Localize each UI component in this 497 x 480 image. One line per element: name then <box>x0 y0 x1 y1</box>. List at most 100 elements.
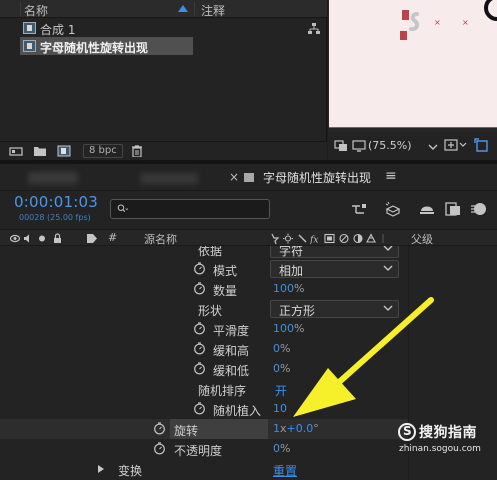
property-row-shape: 形状 正方形 <box>0 299 408 319</box>
property-label: 缓和低 <box>213 364 250 378</box>
random-seed-value[interactable]: 10 <box>273 402 287 415</box>
property-label[interactable]: 旋转 <box>174 422 198 439</box>
value-number[interactable]: 0 <box>273 342 280 355</box>
project-item-label: 合成 1 <box>40 23 76 37</box>
property-value[interactable]: 100% <box>273 282 304 295</box>
trash-icon[interactable] <box>130 145 144 157</box>
property-group-label[interactable]: 变换 <box>118 462 142 479</box>
column-name-header[interactable]: 名称 <box>24 2 48 19</box>
chevron-down-icon[interactable] <box>459 141 467 149</box>
randomize-toggle[interactable]: 开 <box>275 382 287 399</box>
dropdown-value: 相加 <box>279 264 304 278</box>
stopwatch-icon[interactable] <box>193 362 206 375</box>
frame-blending-icon[interactable] <box>444 201 462 217</box>
chevron-down-icon <box>383 305 393 311</box>
property-row-opacity: 不透明度 0% <box>0 439 408 459</box>
layer-switches-icons[interactable]: fx <box>270 233 405 244</box>
draft-3d-icon[interactable] <box>384 201 402 217</box>
column-divider <box>194 2 195 16</box>
reset-link[interactable]: 重置 <box>273 462 297 479</box>
current-time-display[interactable]: 0:00:01:03 <box>14 193 98 211</box>
column-source-name[interactable]: 源名称 <box>144 231 177 247</box>
blurred-tab <box>140 173 198 184</box>
timeline-tab-title[interactable]: 字母随机性旋转出现 <box>263 169 371 186</box>
blurred-tab <box>28 172 78 184</box>
snapshot-icon[interactable] <box>334 139 348 153</box>
sogou-logo-icon <box>398 423 416 441</box>
property-row-random-seed: 随机植入 10 <box>0 399 408 419</box>
monitor-icon[interactable] <box>352 139 366 153</box>
shy-layers-icon[interactable] <box>418 201 436 217</box>
value-number[interactable]: 0 <box>273 362 280 375</box>
column-hash[interactable]: # <box>108 231 117 244</box>
stopwatch-icon[interactable] <box>153 442 166 455</box>
comp-flowchart-icon[interactable] <box>350 201 368 217</box>
viewer-toolbar: (75.5%) <box>328 132 497 160</box>
property-value[interactable]: 100% <box>273 322 304 335</box>
mode-dropdown[interactable]: 相加 <box>270 260 399 278</box>
tab-close-button[interactable]: × <box>229 170 239 184</box>
property-row-rotation: 旋转 1x+0.0° <box>0 419 408 439</box>
av-switches-icons[interactable] <box>10 233 68 244</box>
value-number[interactable]: 100 <box>273 282 294 295</box>
project-panel: 名称 注释 合成 1 字母随机性旋转出现 8 bpc <box>0 0 327 160</box>
column-parent[interactable]: 父级 <box>411 231 433 247</box>
degrees-value[interactable]: +0.0 <box>287 422 314 435</box>
value-number[interactable]: 0 <box>273 442 280 455</box>
property-row-based-on: 依据 字符 <box>0 246 408 259</box>
property-row-transform: 变换 重置 <box>0 459 408 479</box>
dropdown-value: 字符 <box>279 246 304 258</box>
revolutions-value[interactable]: 1 <box>273 422 280 435</box>
degrees-unit: ° <box>313 422 319 435</box>
property-label: 随机植入 <box>213 404 262 418</box>
project-item-comp-2[interactable]: 字母随机性旋转出现 <box>20 37 193 55</box>
search-icon <box>117 204 128 213</box>
region-of-interest-icon[interactable] <box>474 138 490 154</box>
stopwatch-icon[interactable] <box>193 322 206 335</box>
zoom-level[interactable]: (75.5%) <box>368 139 412 152</box>
property-row-mode: 模式 相加 <box>0 259 408 279</box>
new-folder-icon[interactable] <box>33 145 47 157</box>
label-tag-icon[interactable] <box>86 233 98 244</box>
watermark-brand: 搜狗指南 <box>419 425 477 441</box>
project-item-label: 字母随机性旋转出现 <box>40 41 149 55</box>
timeline-controls: 0:00:01:03 00028 (25.00 fps) <box>0 190 497 229</box>
dropdown-value: 正方形 <box>279 304 316 318</box>
value-unit: % <box>280 342 291 355</box>
property-value[interactable]: 0% <box>273 342 290 355</box>
column-note-header[interactable]: 注释 <box>201 2 225 19</box>
composition-viewer: × × <box>328 0 497 132</box>
value-unit: % <box>294 322 305 335</box>
panel-menu-icon[interactable]: ≡ <box>385 168 397 184</box>
property-label: 数量 <box>213 284 238 298</box>
sort-ascending-icon[interactable] <box>178 5 188 12</box>
stopwatch-icon[interactable] <box>193 282 206 295</box>
shape-dropdown[interactable]: 正方形 <box>270 300 399 318</box>
project-item-comp-1[interactable]: 合成 1 <box>20 19 193 37</box>
stopwatch-icon[interactable] <box>153 422 166 435</box>
stopwatch-icon[interactable] <box>193 402 206 415</box>
property-label: 平滑度 <box>213 324 250 338</box>
expand-triangle-icon[interactable] <box>98 465 104 473</box>
interpret-footage-icon[interactable] <box>9 145 23 157</box>
watermark-url: zhinan.sogou.com <box>399 444 481 454</box>
composition-canvas[interactable]: × × <box>329 0 497 128</box>
stopwatch-icon[interactable] <box>193 342 206 355</box>
rotation-value[interactable]: 1x+0.0° <box>273 422 319 435</box>
based-on-dropdown[interactable]: 字符 <box>270 246 399 258</box>
fit-frame-icon[interactable] <box>444 139 458 153</box>
property-row-ease-high: 缓和高 0% <box>0 339 408 359</box>
canvas-preview-graphic: × × <box>400 0 497 40</box>
bit-depth-button[interactable]: 8 bpc <box>83 144 123 158</box>
value-number[interactable]: 100 <box>273 322 294 335</box>
property-row-ease-low: 缓和低 0% <box>0 359 408 379</box>
flowchart-icon[interactable] <box>308 23 320 35</box>
motion-blur-icon[interactable] <box>470 201 488 217</box>
new-composition-icon[interactable] <box>57 145 71 157</box>
stopwatch-icon[interactable] <box>193 262 206 275</box>
chevron-down-icon[interactable] <box>428 143 438 151</box>
property-value[interactable]: 0% <box>273 362 290 375</box>
layer-search-input[interactable] <box>110 199 270 219</box>
property-value[interactable]: 0% <box>273 442 290 455</box>
property-label: 缓和高 <box>213 344 250 358</box>
